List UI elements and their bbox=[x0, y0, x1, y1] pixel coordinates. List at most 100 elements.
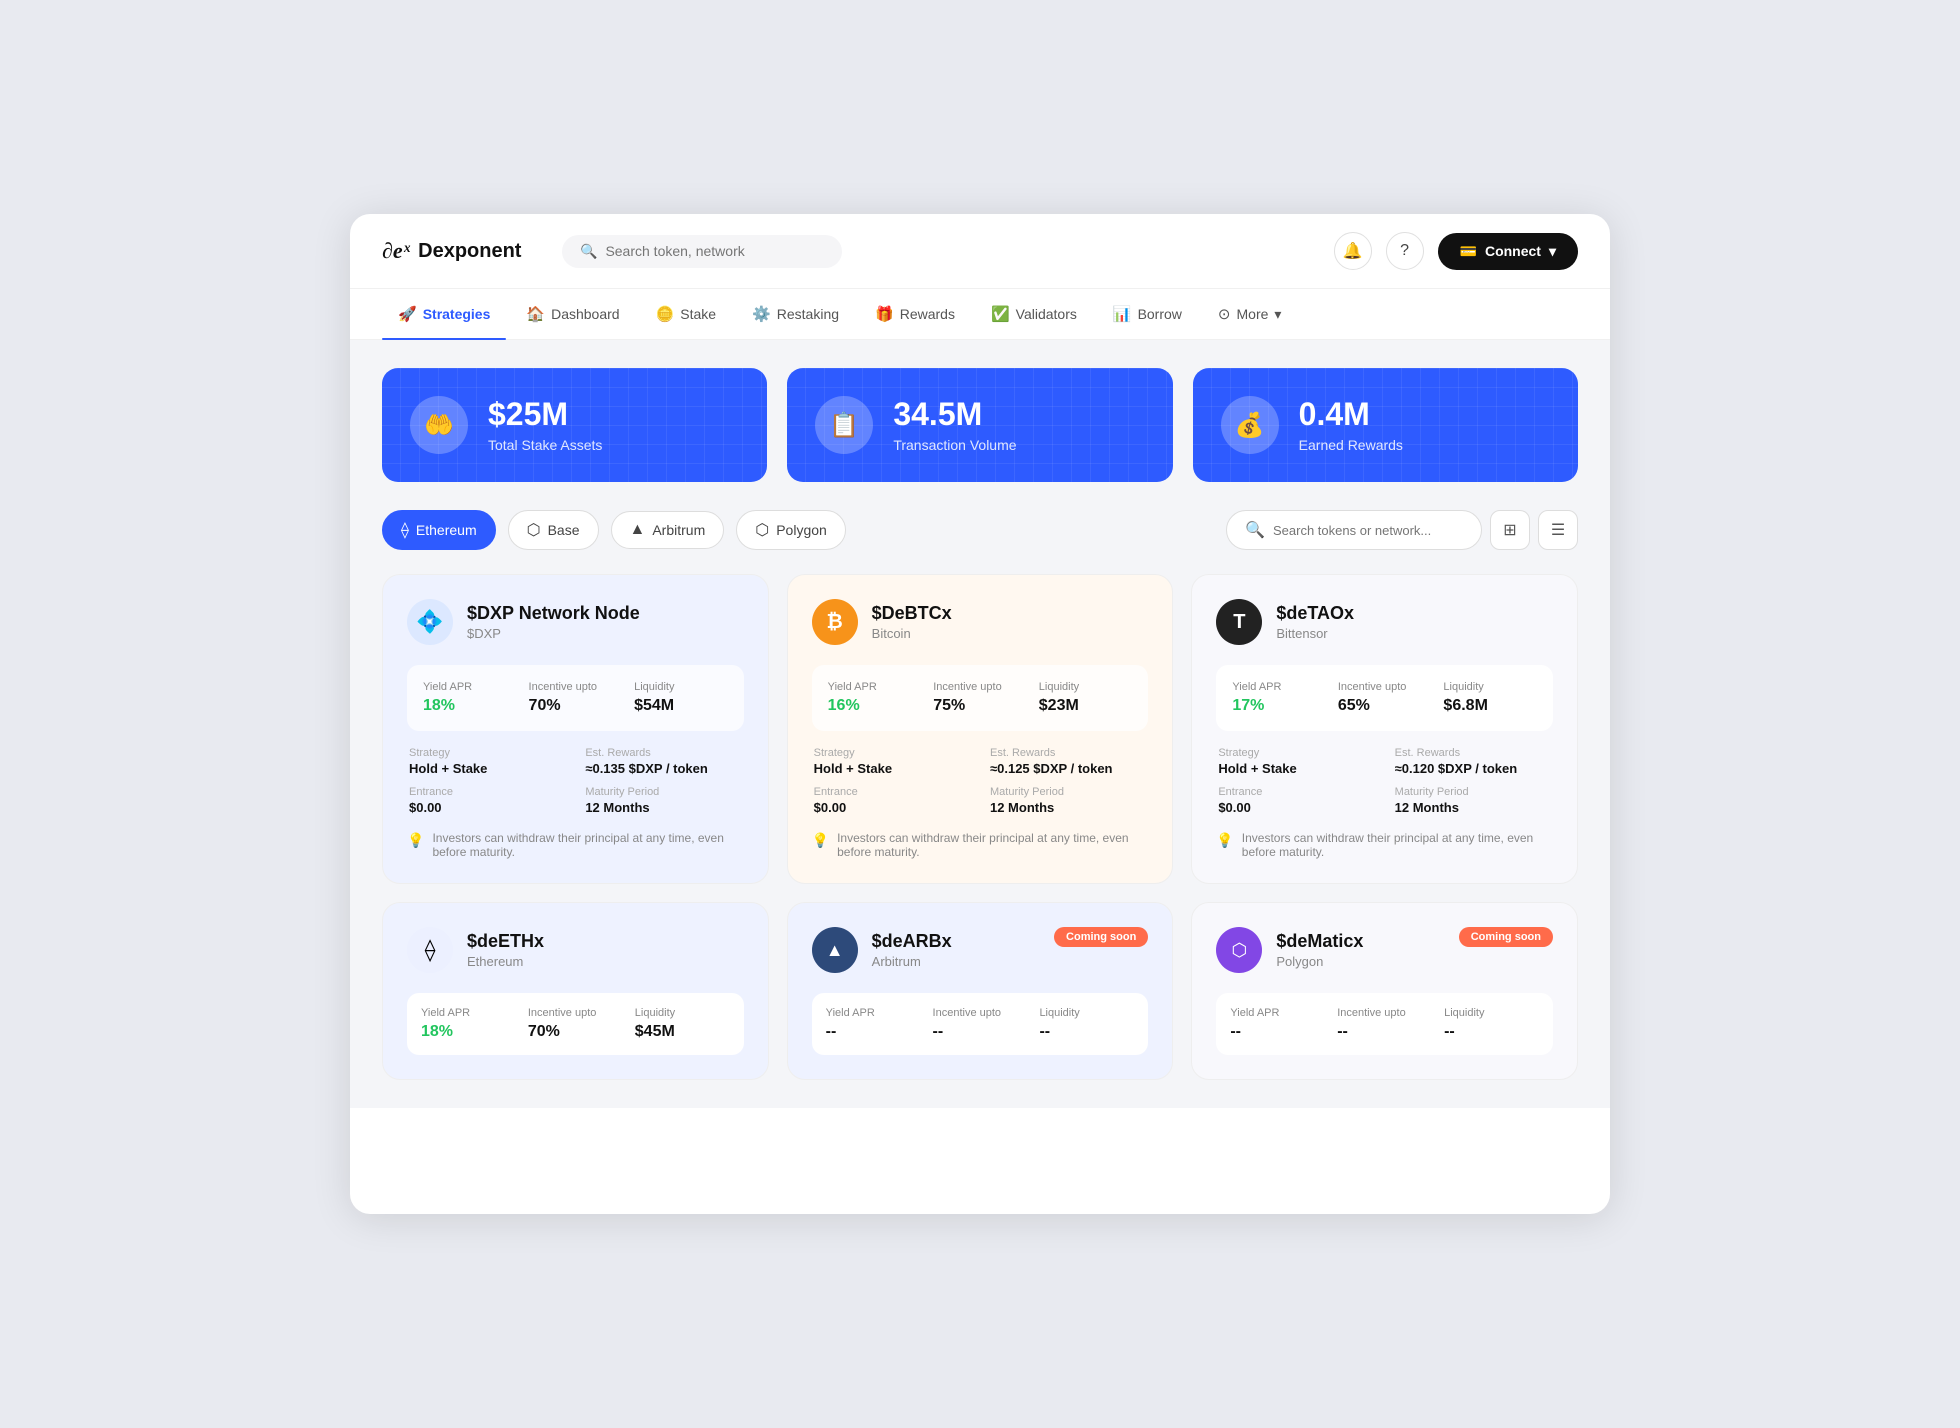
detaox-yield-apr: Yield APR 17% bbox=[1232, 681, 1326, 715]
filter-ethereum[interactable]: ⟠ Ethereum bbox=[382, 510, 496, 550]
nav-item-stake[interactable]: 🪙 Stake bbox=[640, 289, 733, 339]
card-dearbx[interactable]: ▲ $deARBx Arbitrum Coming soon Yield APR… bbox=[787, 902, 1174, 1080]
filter-base[interactable]: ⬡ Base bbox=[508, 510, 599, 550]
bell-icon: 🔔 bbox=[1343, 241, 1363, 261]
logo-text: Dexponent bbox=[418, 240, 521, 263]
global-search-input[interactable] bbox=[605, 243, 824, 259]
connect-button[interactable]: 💳 Connect ▾ bbox=[1438, 233, 1578, 270]
filter-row: ⟠ Ethereum ⬡ Base ▲ Arbitrum ⬡ Polygon 🔍 bbox=[382, 510, 1578, 550]
detaox-details: Strategy Hold + Stake Est. Rewards ≈0.12… bbox=[1216, 747, 1553, 815]
debtcx-incentive: Incentive upto 75% bbox=[933, 681, 1027, 715]
detaox-liquidity: Liquidity $6.8M bbox=[1443, 681, 1537, 715]
dearbx-yield-apr: Yield APR -- bbox=[826, 1007, 921, 1041]
card-deethx[interactable]: ⟠ $deETHx Ethereum Yield APR 18% Incenti… bbox=[382, 902, 769, 1080]
list-icon: ☰ bbox=[1551, 520, 1565, 540]
stat-value-transaction-volume: 34.5M bbox=[893, 397, 1016, 432]
debtcx-yield-apr: Yield APR 16% bbox=[828, 681, 922, 715]
dxp-liquidity: Liquidity $54M bbox=[634, 681, 728, 715]
coming-soon-badge-dematicx: Coming soon bbox=[1459, 927, 1553, 947]
arb-icon: ▲ bbox=[812, 927, 858, 973]
dxp-incentive: Incentive upto 70% bbox=[529, 681, 623, 715]
grid-view-button[interactable]: ⊞ bbox=[1490, 510, 1530, 550]
debtcx-subtitle: Bitcoin bbox=[872, 626, 952, 641]
dxp-strategy: Strategy Hold + Stake bbox=[409, 747, 565, 776]
stat-icon-transaction-volume: 📋 bbox=[815, 396, 873, 454]
stat-info-earned-rewards: 0.4M Earned Rewards bbox=[1299, 397, 1403, 452]
dematicx-title: $deMaticx bbox=[1276, 931, 1363, 952]
stat-label-transaction-volume: Transaction Volume bbox=[893, 437, 1016, 453]
help-button[interactable]: ? bbox=[1386, 232, 1424, 270]
debtcx-note: 💡 Investors can withdraw their principal… bbox=[812, 831, 1149, 859]
notification-button[interactable]: 🔔 bbox=[1334, 232, 1372, 270]
deethx-title: $deETHx bbox=[467, 931, 544, 952]
polygon-icon: ⬡ bbox=[755, 520, 769, 540]
debtcx-liquidity: Liquidity $23M bbox=[1039, 681, 1133, 715]
filter-search-area: 🔍 ⊞ ☰ bbox=[1226, 510, 1578, 550]
detaox-subtitle: Bittensor bbox=[1276, 626, 1354, 641]
stat-value-earned-rewards: 0.4M bbox=[1299, 397, 1403, 432]
dxp-yield-apr: Yield APR 18% bbox=[423, 681, 517, 715]
dxp-metrics: Yield APR 18% Incentive upto 70% Liquidi… bbox=[407, 665, 744, 731]
card-dxp[interactable]: 💠 $DXP Network Node $DXP Yield APR 18% I… bbox=[382, 574, 769, 884]
stat-icon-total-stake: 🤲 bbox=[410, 396, 468, 454]
debtcx-metrics: Yield APR 16% Incentive upto 75% Liquidi… bbox=[812, 665, 1149, 731]
dearbx-subtitle: Arbitrum bbox=[872, 954, 952, 969]
filter-polygon[interactable]: ⬡ Polygon bbox=[736, 510, 846, 550]
nav-item-strategies[interactable]: 🚀 Strategies bbox=[382, 289, 506, 339]
nav-item-rewards[interactable]: 🎁 Rewards bbox=[859, 289, 971, 339]
card-header-deethx: ⟠ $deETHx Ethereum bbox=[407, 927, 744, 973]
stat-label-earned-rewards: Earned Rewards bbox=[1299, 437, 1403, 453]
search-icon: 🔍 bbox=[580, 243, 597, 260]
stat-info-total-stake: $25M Total Stake Assets bbox=[488, 397, 602, 452]
dxp-icon: 💠 bbox=[407, 599, 453, 645]
header-right: 🔔 ? 💳 Connect ▾ bbox=[1334, 232, 1578, 270]
detaox-incentive: Incentive upto 65% bbox=[1338, 681, 1432, 715]
borrow-icon: 📊 bbox=[1113, 305, 1132, 323]
stat-card-total-stake: 🤲 $25M Total Stake Assets bbox=[382, 368, 767, 482]
dxp-est-rewards: Est. Rewards ≈0.135 $DXP / token bbox=[585, 747, 741, 776]
debtcx-details: Strategy Hold + Stake Est. Rewards ≈0.12… bbox=[812, 747, 1149, 815]
token-search-bar[interactable]: 🔍 bbox=[1226, 510, 1482, 550]
card-header-dematicx: ⬡ $deMaticx Polygon Coming soon bbox=[1216, 927, 1553, 973]
dearbx-title: $deARBx bbox=[872, 931, 952, 952]
nav-item-restaking[interactable]: ⚙️ Restaking bbox=[736, 289, 855, 339]
help-icon: ? bbox=[1400, 242, 1409, 260]
restaking-icon: ⚙️ bbox=[752, 305, 771, 323]
card-dematicx[interactable]: ⬡ $deMaticx Polygon Coming soon Yield AP… bbox=[1191, 902, 1578, 1080]
dxp-subtitle: $DXP bbox=[467, 626, 640, 641]
global-search-bar[interactable]: 🔍 bbox=[562, 235, 842, 268]
nav-item-more[interactable]: ⊙ More ▾ bbox=[1202, 289, 1298, 339]
detaox-metrics: Yield APR 17% Incentive upto 65% Liquidi… bbox=[1216, 665, 1553, 731]
nav-item-validators[interactable]: ✅ Validators bbox=[975, 289, 1093, 339]
card-debtcx[interactable]: ₿ $DeBTCx Bitcoin Yield APR 16% Incentiv… bbox=[787, 574, 1174, 884]
stat-label-total-stake: Total Stake Assets bbox=[488, 437, 602, 453]
card-detaox[interactable]: Τ $deTAOx Bittensor Yield APR 17% Incent… bbox=[1191, 574, 1578, 884]
detaox-est-rewards: Est. Rewards ≈0.120 $DXP / token bbox=[1395, 747, 1551, 776]
deethx-incentive: Incentive upto 70% bbox=[528, 1007, 623, 1041]
detaox-title: $deTAOx bbox=[1276, 603, 1354, 624]
nav-item-dashboard[interactable]: 🏠 Dashboard bbox=[510, 289, 635, 339]
card-header-dxp: 💠 $DXP Network Node $DXP bbox=[407, 599, 744, 645]
dematicx-liquidity: Liquidity -- bbox=[1444, 1007, 1539, 1041]
stat-icon-earned-rewards: 💰 bbox=[1221, 396, 1279, 454]
stat-card-earned-rewards: 💰 0.4M Earned Rewards bbox=[1193, 368, 1578, 482]
token-search-input[interactable] bbox=[1273, 523, 1463, 538]
dearbx-incentive: Incentive upto -- bbox=[933, 1007, 1028, 1041]
nav-item-borrow[interactable]: 📊 Borrow bbox=[1097, 289, 1198, 339]
debtcx-est-rewards: Est. Rewards ≈0.125 $DXP / token bbox=[990, 747, 1146, 776]
main-content: 🤲 $25M Total Stake Assets 📋 34.5M Transa… bbox=[350, 340, 1610, 1108]
filter-arbitrum[interactable]: ▲ Arbitrum bbox=[611, 511, 725, 549]
more-icon: ⊙ bbox=[1218, 305, 1231, 323]
detaox-strategy: Strategy Hold + Stake bbox=[1218, 747, 1374, 776]
wallet-icon: 💳 bbox=[1460, 243, 1477, 260]
deethx-metrics: Yield APR 18% Incentive upto 70% Liquidi… bbox=[407, 993, 744, 1055]
dematicx-subtitle: Polygon bbox=[1276, 954, 1363, 969]
matic-icon: ⬡ bbox=[1216, 927, 1262, 973]
debtcx-entrance: Entrance $0.00 bbox=[814, 786, 970, 815]
header: ∂eˣ Dexponent 🔍 🔔 ? 💳 Connect ▾ bbox=[350, 214, 1610, 289]
dearbx-metrics: Yield APR -- Incentive upto -- Liquidity… bbox=[812, 993, 1149, 1055]
debtcx-maturity: Maturity Period 12 Months bbox=[990, 786, 1146, 815]
debtcx-title: $DeBTCx bbox=[872, 603, 952, 624]
arbitrum-icon: ▲ bbox=[630, 521, 646, 539]
list-view-button[interactable]: ☰ bbox=[1538, 510, 1578, 550]
